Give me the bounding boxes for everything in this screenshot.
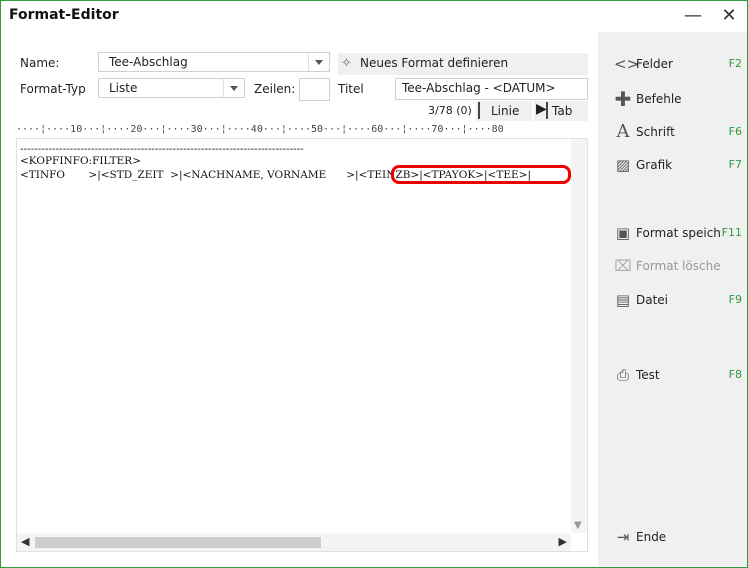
minimize-button[interactable]: —	[681, 5, 705, 29]
magic-wand-icon: ✧	[341, 56, 352, 71]
chevron-down-icon[interactable]	[308, 53, 329, 71]
save-format-shortcut: F11	[721, 226, 742, 239]
fields-button[interactable]: <> Felder F2	[614, 55, 744, 75]
chevron-down-icon[interactable]	[223, 79, 244, 97]
new-format-label: Neues Format definieren	[360, 56, 509, 70]
line-icon	[478, 102, 480, 119]
scroll-thumb[interactable]	[35, 537, 321, 548]
name-label: Name:	[20, 56, 60, 70]
test-shortcut: F8	[728, 368, 742, 381]
format-type-select[interactable]: Liste	[98, 78, 245, 98]
vertical-scrollbar[interactable]: ▼	[571, 139, 587, 533]
save-format-button[interactable]: ▣ Format speich F11	[614, 224, 744, 244]
delete-format-button[interactable]: ⌧ Format lösche	[614, 257, 744, 277]
window-title: Format-Editor	[9, 7, 119, 23]
line-label: Linie	[491, 104, 520, 118]
format-type-value: Liste	[109, 81, 138, 95]
folder-search-icon: ▤	[615, 291, 631, 309]
separator-line: ----------------------------------------…	[20, 143, 304, 155]
tab-bar-icon	[546, 102, 548, 119]
code-brackets-icon: <>	[614, 55, 640, 73]
test-label: Test	[636, 368, 660, 382]
font-shortcut: F6	[728, 125, 742, 138]
highlight-marker	[391, 165, 571, 184]
exit-icon: ⇥	[616, 528, 630, 546]
file-label: Datei	[636, 293, 669, 307]
format-text-editor[interactable]: ----------------------------------------…	[16, 138, 588, 552]
end-button[interactable]: ⇥ Ende	[614, 528, 744, 548]
name-select[interactable]: Tee-Abschlag	[98, 52, 330, 72]
editor-panel: Name: Tee-Abschlag ✧ Neues Format defini…	[2, 32, 598, 566]
font-label: Schrift	[636, 125, 675, 139]
rows-label: Zeilen:	[254, 82, 296, 96]
cursor-position: 3/78 (0)	[428, 104, 472, 117]
printer-icon: ⎙	[616, 366, 629, 384]
scroll-right-icon[interactable]: ▶	[559, 535, 567, 548]
file-button[interactable]: ▤ Datei F9	[614, 291, 744, 311]
trash-icon: ⌧	[614, 257, 632, 275]
save-icon: ▣	[615, 224, 631, 242]
horizontal-scrollbar[interactable]: ◀ ▶	[17, 533, 571, 551]
font-icon: A	[616, 121, 630, 142]
new-format-button[interactable]: ✧ Neues Format definieren	[338, 53, 588, 75]
tab-label: Tab	[552, 104, 573, 118]
image-icon: ▨	[615, 156, 631, 174]
delete-format-label: Format lösche	[636, 259, 721, 273]
title-bar: Format-Editor — ✕	[1, 1, 747, 32]
format-type-label: Format-Typ	[20, 82, 86, 96]
line-button[interactable]: Linie	[476, 101, 532, 121]
end-label: Ende	[636, 530, 667, 544]
title-value: Tee-Abschlag - <DATUM>	[402, 81, 556, 95]
file-shortcut: F9	[728, 293, 742, 306]
graphic-shortcut: F7	[728, 158, 742, 171]
close-button[interactable]: ✕	[717, 5, 741, 29]
test-button[interactable]: ⎙ Test F8	[614, 366, 744, 386]
plus-icon: ✚	[614, 87, 632, 111]
editor-line-1: <KOPFINFO:FILTER>	[20, 155, 142, 167]
fields-label: Felder	[636, 57, 673, 71]
rows-input[interactable]	[299, 78, 330, 101]
save-format-label: Format speich	[636, 226, 721, 240]
scroll-left-icon[interactable]: ◀	[21, 535, 29, 548]
ruler: ····¦····10···¦····20···¦····30···¦····4…	[16, 124, 588, 138]
font-button[interactable]: A Schrift F6	[614, 123, 744, 143]
name-value: Tee-Abschlag	[109, 55, 188, 69]
commands-label: Befehle	[636, 92, 682, 106]
action-sidebar: <> Felder F2 ✚ Befehle A Schrift F6 ▨ Gr…	[598, 32, 747, 566]
fields-shortcut: F2	[728, 57, 742, 70]
commands-button[interactable]: ✚ Befehle	[614, 87, 744, 111]
tab-button[interactable]: ▶ Tab	[534, 101, 588, 121]
title-label: Titel	[338, 82, 364, 96]
graphic-label: Grafik	[636, 158, 673, 172]
title-input[interactable]: Tee-Abschlag - <DATUM>	[395, 78, 588, 100]
format-editor-window: Format-Editor — ✕ Name: Tee-Abschlag ✧ N…	[0, 0, 748, 568]
scroll-down-icon[interactable]: ▼	[574, 520, 582, 531]
graphic-button[interactable]: ▨ Grafik F7	[614, 156, 744, 176]
